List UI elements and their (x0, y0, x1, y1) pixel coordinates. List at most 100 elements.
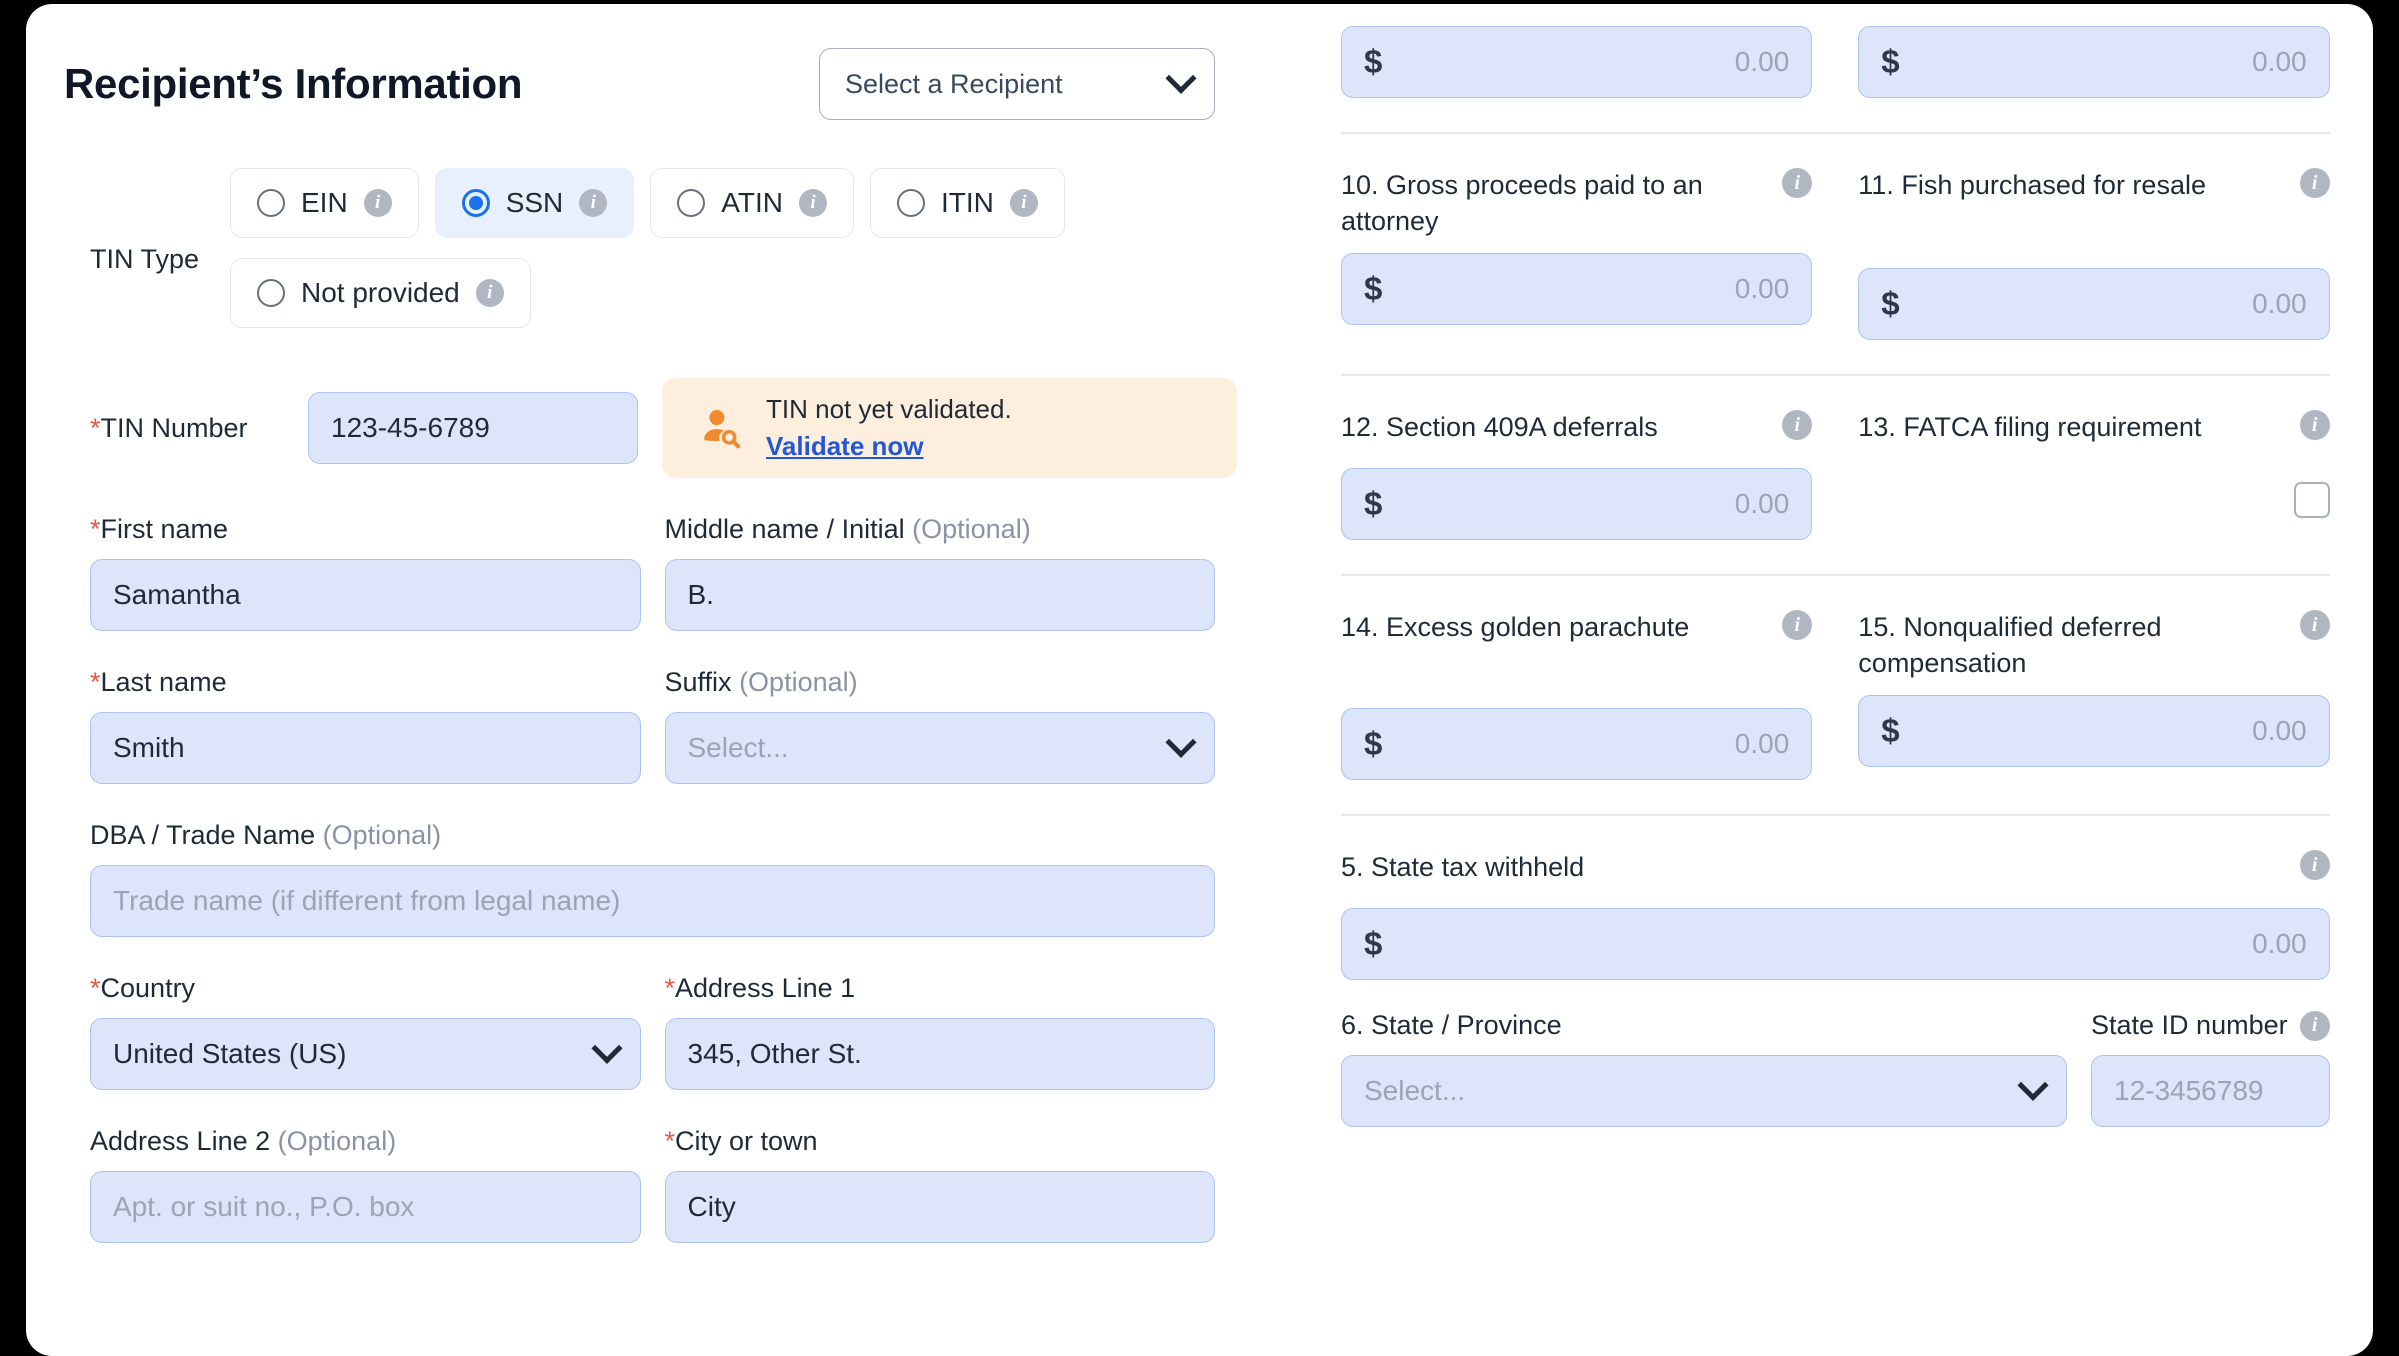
info-icon[interactable]: i (475, 279, 504, 307)
dollar-icon: $ (1364, 43, 1383, 80)
chevron-down-icon (1165, 726, 1197, 758)
address2-label: Address Line 2 (Optional) (90, 1126, 641, 1157)
box-11-input[interactable]: $ 0.00 (1858, 268, 2330, 340)
radio-icon (461, 189, 490, 217)
top-money-group-1: $ 0.00 (1341, 26, 1813, 98)
tin-type-label-not-provided: Not provided (301, 277, 460, 308)
suffix-label: Suffix (Optional) (665, 667, 1216, 698)
last-name-input[interactable]: Smith (90, 712, 641, 784)
info-icon[interactable]: i (2299, 1010, 2330, 1041)
info-icon[interactable]: i (363, 189, 392, 217)
address2-input[interactable]: Apt. or suit no., P.O. box (90, 1171, 641, 1243)
chevron-down-icon (590, 1032, 623, 1064)
tin-type-option-itin[interactable]: ITIN i (869, 168, 1065, 238)
section-divider (1341, 132, 2330, 134)
recipient-select[interactable]: Select a Recipient (819, 48, 1215, 120)
tin-type-label-atin: ATIN (721, 187, 783, 218)
box-14-input[interactable]: $ 0.00 (1341, 708, 1813, 780)
tin-type-label-ein: EIN (301, 187, 348, 218)
address1-input[interactable]: 345, Other St. (664, 1018, 1215, 1090)
state-province-select[interactable]: Select... (1341, 1055, 2067, 1127)
info-icon[interactable]: i (579, 189, 608, 217)
required-marker: * (90, 412, 101, 443)
dollar-icon: $ (1881, 712, 1900, 750)
box-row-14-15: 14. Excess golden parachute i $ 0.00 15.… (1341, 610, 2330, 780)
address2-group: Address Line 2 (Optional) Apt. or suit n… (90, 1126, 641, 1243)
box-5-value: 0.00 (2252, 928, 2307, 959)
dollar-icon: $ (1364, 270, 1383, 308)
box-5-group: 5. State tax withheld i $ 0.00 (1341, 850, 2330, 980)
top-money-input-1[interactable]: $ 0.00 (1341, 26, 1813, 98)
middle-name-label: Middle name / Initial (Optional) (665, 514, 1216, 545)
box-11-label: 11. Fish purchased for resale (1858, 170, 2206, 200)
recipient-fields: *First name Samantha Middle name / Initi… (26, 514, 1279, 1243)
box-5-input[interactable]: $ 0.00 (1341, 908, 2330, 980)
page-title: Recipient’s Information (64, 60, 523, 107)
section-divider (1341, 574, 2330, 576)
required-marker: * (664, 973, 676, 1003)
tin-type-option-ssn[interactable]: SSN i (434, 168, 635, 238)
country-select[interactable]: United States (US) (90, 1018, 641, 1090)
recipient-select-value: Select a Recipient (845, 68, 1063, 99)
middle-name-input[interactable]: B. (664, 559, 1215, 631)
tin-number-label-text: TIN Number (100, 412, 248, 443)
info-icon[interactable]: i (2299, 610, 2330, 640)
fatca-checkbox[interactable] (2293, 482, 2330, 518)
optional-marker: (Optional) (912, 514, 1031, 544)
optional-marker: (Optional) (739, 667, 858, 697)
chevron-down-icon (2017, 1069, 2049, 1101)
required-marker: * (90, 667, 101, 697)
tin-type-option-ein[interactable]: EIN i (230, 168, 419, 238)
last-name-label: *Last name (90, 667, 641, 698)
box-13-label: 13. FATCA filing requirement (1858, 412, 2202, 442)
info-icon[interactable]: i (2299, 850, 2330, 880)
first-name-label: *First name (90, 514, 641, 545)
box-15-input[interactable]: $ 0.00 (1858, 695, 2330, 768)
suffix-select[interactable]: Select... (664, 712, 1215, 784)
box-10-input[interactable]: $ 0.00 (1341, 253, 1813, 326)
info-icon[interactable]: i (1782, 410, 1813, 440)
city-input[interactable]: City (664, 1171, 1215, 1243)
panel-header: Recipient’s Information Select a Recipie… (26, 4, 1279, 120)
box-10-label: 10. Gross proceeds paid to an attorney (1341, 170, 1703, 236)
dba-row: DBA / Trade Name (Optional) Trade name (… (90, 820, 1215, 937)
info-icon[interactable]: i (1009, 189, 1038, 217)
first-name-input[interactable]: Samantha (90, 559, 641, 631)
validate-now-link[interactable]: Validate now (766, 431, 1012, 462)
last-name-label-text: Last name (100, 667, 227, 697)
dba-group: DBA / Trade Name (Optional) Trade name (… (90, 820, 1215, 937)
state-province-value: Select... (1364, 1075, 1466, 1106)
box-12-input[interactable]: $ 0.00 (1341, 468, 1813, 540)
tin-type-option-atin[interactable]: ATIN i (650, 168, 854, 238)
info-icon[interactable]: i (2299, 168, 2330, 198)
box-6-row: 6. State / Province Select... State ID n… (1341, 1010, 2330, 1127)
first-name-label-text: First name (100, 514, 229, 544)
last-name-group: *Last name Smith (90, 667, 641, 784)
top-money-input-2[interactable]: $ 0.00 (1858, 26, 2330, 98)
radio-icon (257, 189, 285, 217)
tin-type-option-not-provided[interactable]: Not provided i (230, 258, 531, 328)
info-icon[interactable]: i (798, 189, 827, 217)
first-name-group: *First name Samantha (90, 514, 641, 631)
address1-label-text: Address Line 1 (675, 973, 856, 1003)
form-boxes-panel: $ 0.00 $ 0.00 10. Gross proceeds paid to… (1279, 4, 2373, 1356)
suffix-select-value: Select... (687, 732, 789, 763)
box-13-group: 13. FATCA filing requirement i (1858, 410, 2330, 540)
tin-type-label-ssn: SSN (505, 187, 564, 218)
box-12-group: 12. Section 409A deferrals i $ 0.00 (1341, 410, 1813, 540)
box-10-group: 10. Gross proceeds paid to an attorney i… (1341, 168, 1813, 340)
box-row-10-11: 10. Gross proceeds paid to an attorney i… (1341, 168, 2330, 340)
info-icon[interactable]: i (1782, 168, 1813, 198)
country-label-text: Country (100, 973, 196, 1003)
state-id-input[interactable]: 12-3456789 (2091, 1055, 2330, 1127)
dba-input[interactable]: Trade name (if different from legal name… (90, 865, 1215, 937)
dollar-icon: $ (1881, 43, 1900, 80)
city-label-text: City or town (675, 1126, 818, 1156)
tin-number-label: *TIN Number (90, 413, 305, 444)
box-row-12-13: 12. Section 409A deferrals i $ 0.00 13. … (1341, 410, 2330, 540)
box-11-value: 0.00 (2252, 288, 2307, 319)
info-icon[interactable]: i (2299, 410, 2330, 440)
required-marker: * (664, 1126, 676, 1156)
info-icon[interactable]: i (1782, 610, 1813, 640)
tin-number-input[interactable]: 123-45-6789 (308, 392, 638, 464)
